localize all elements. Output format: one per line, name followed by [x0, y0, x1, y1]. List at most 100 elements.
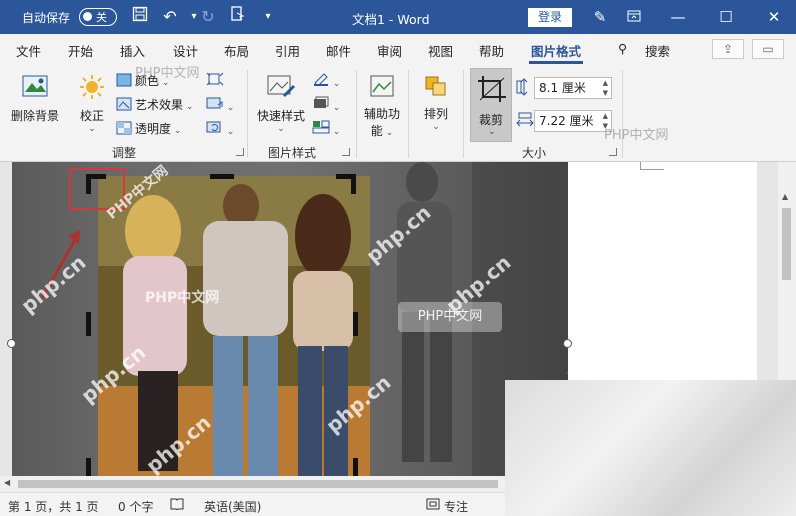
compress-pictures-icon[interactable]	[206, 72, 224, 89]
document-title: 文档1 - Word	[352, 12, 430, 27]
artistic-effects-button[interactable]: 艺术效果 ⌄	[116, 96, 193, 113]
family-photo-image[interactable]	[98, 176, 370, 476]
reset-picture-icon[interactable]: ⌄	[206, 120, 234, 137]
transparency-icon	[116, 121, 132, 135]
crop-dropdown-icon: ⌄	[488, 127, 496, 137]
maximize-icon[interactable]: ☐	[714, 6, 738, 28]
close-icon[interactable]: ✕	[762, 6, 786, 28]
tab-home[interactable]: 开始	[68, 41, 93, 60]
width-icon	[516, 112, 534, 131]
tab-design[interactable]: 设计	[173, 41, 198, 60]
search-icon[interactable]: ⚲	[618, 41, 627, 56]
horizontal-scrollbar[interactable]: ◀	[0, 476, 505, 492]
toggle-knob	[83, 12, 92, 21]
autosave-label: 自动保存	[22, 11, 71, 25]
change-picture-icon[interactable]: ⌄	[206, 96, 234, 113]
ribbon-display-icon[interactable]	[622, 6, 646, 28]
minimize-icon[interactable]: —	[666, 6, 690, 28]
tab-layout[interactable]: 布局	[224, 41, 249, 60]
picture-effects-icon[interactable]: ⌄	[312, 96, 340, 113]
size-launcher-icon[interactable]	[609, 148, 617, 156]
watermark-text: PHP中文网	[145, 290, 220, 306]
tab-references[interactable]: 引用	[275, 41, 300, 60]
page-info[interactable]: 第 1 页，共 1 页	[8, 498, 99, 515]
corrections-dropdown-icon: ⌄	[88, 124, 96, 134]
height-spinner-icon[interactable]: ▲ ▼	[603, 78, 608, 98]
crop-handle-top[interactable]	[210, 174, 234, 179]
arrange-dropdown-icon: ⌄	[432, 122, 440, 132]
artistic-effects-label: 艺术效果	[135, 98, 184, 112]
tab-insert[interactable]: 插入	[120, 41, 145, 60]
color-icon	[116, 73, 132, 87]
share-icon[interactable]: ⇪	[712, 39, 744, 59]
search-label[interactable]: 搜索	[645, 41, 670, 60]
width-value: 7.22 厘米	[539, 114, 594, 128]
scroll-left-icon[interactable]: ◀	[4, 478, 10, 487]
height-input[interactable]: 8.1 厘米 ▲ ▼	[534, 77, 612, 99]
autosave-toggle[interactable]: 关	[79, 8, 117, 26]
title-bar: 自动保存 关 ↶ ▾ ↻ ▾ 文档1 - Word 登录 ✎ — ☐ ✕	[0, 0, 796, 34]
transparency-label: 透明度	[135, 122, 172, 136]
signin-button[interactable]: 登录	[528, 8, 572, 27]
crop-handle-bottom-left[interactable]	[86, 458, 91, 476]
word-count[interactable]: 0 个字	[118, 498, 153, 515]
focus-label[interactable]: 专注	[444, 498, 468, 515]
quick-styles-button[interactable]: 快速样式 ⌄	[254, 74, 308, 134]
separator	[408, 70, 409, 158]
tab-picture-format[interactable]: 图片格式	[531, 41, 581, 60]
corrections-button[interactable]: 校正 ⌄	[74, 74, 110, 134]
arrange-button[interactable]: 排列 ⌄	[416, 74, 456, 132]
proofing-icon[interactable]	[170, 498, 184, 513]
people-walking-image	[98, 176, 370, 476]
focus-icon[interactable]	[426, 498, 440, 513]
corrections-label: 校正	[79, 109, 104, 123]
picture-layout-icon[interactable]: ⌄	[312, 120, 340, 137]
tab-review[interactable]: 审阅	[377, 41, 402, 60]
tab-view[interactable]: 视图	[428, 41, 453, 60]
crop-handle-right[interactable]	[353, 312, 358, 336]
hscroll-thumb[interactable]	[18, 480, 498, 488]
customize-qat-icon[interactable]: ▾	[258, 6, 278, 28]
alt-text-button[interactable]: 辅助功 能 ⌄	[362, 74, 402, 139]
watermark-text: PHP中文网	[604, 128, 669, 143]
sun-icon	[74, 74, 110, 103]
resize-handle-left[interactable]	[7, 339, 16, 348]
crop-handle-left[interactable]	[86, 312, 91, 336]
height-icon	[516, 78, 532, 99]
tab-file[interactable]: 文件	[16, 41, 41, 60]
tab-help[interactable]: 帮助	[479, 41, 504, 60]
scroll-thumb[interactable]	[782, 208, 791, 280]
height-value: 8.1 厘米	[539, 81, 586, 95]
crop-label: 裁剪	[479, 113, 504, 127]
transparency-button[interactable]: 透明度 ⌄	[116, 120, 181, 137]
scroll-up-icon[interactable]: ▲	[782, 192, 788, 201]
margin-marker	[640, 162, 664, 170]
pen-icon[interactable]: ✎	[588, 6, 612, 28]
crop-icon	[477, 75, 507, 106]
picture-border-icon[interactable]: ⌄	[312, 72, 340, 89]
crop-button[interactable]: 裁剪 ⌄	[470, 68, 512, 142]
alt-text-label-2: 能	[370, 124, 383, 138]
undo-icon[interactable]: ↶	[160, 6, 180, 28]
language[interactable]: 英语(美国)	[204, 498, 261, 515]
tab-mailings[interactable]: 邮件	[326, 41, 351, 60]
ribbon: 删除背景 校正 ⌄ 颜色 ⌄ 艺术效果 ⌄ 透明度 ⌄ ⌄ ⌄ 调整 快速样式 …	[0, 64, 796, 162]
save-icon[interactable]	[130, 6, 150, 28]
crop-handle-bottom-right[interactable]	[353, 458, 358, 476]
picture-styles-launcher-icon[interactable]	[342, 148, 350, 156]
resize-handle-right[interactable]	[563, 339, 572, 348]
quick-styles-dropdown-icon: ⌄	[277, 124, 285, 134]
width-input[interactable]: 7.22 厘米 ▲ ▼	[534, 110, 612, 132]
remove-background-label: 删除背景	[10, 109, 59, 123]
remove-background-button[interactable]: 删除背景	[8, 74, 62, 124]
pixelated-region	[505, 380, 796, 516]
crop-handle-top-right[interactable]	[336, 174, 356, 194]
alt-text-icon	[362, 74, 402, 101]
touch-mode-icon[interactable]	[228, 6, 248, 28]
comments-icon[interactable]: ▭	[752, 39, 784, 59]
arrange-label: 排列	[423, 107, 448, 121]
watermark-text: PHP中文网	[135, 66, 200, 81]
separator	[463, 70, 464, 158]
adjust-launcher-icon[interactable]	[236, 148, 244, 156]
watermark-badge: PHP中文网	[398, 302, 502, 332]
